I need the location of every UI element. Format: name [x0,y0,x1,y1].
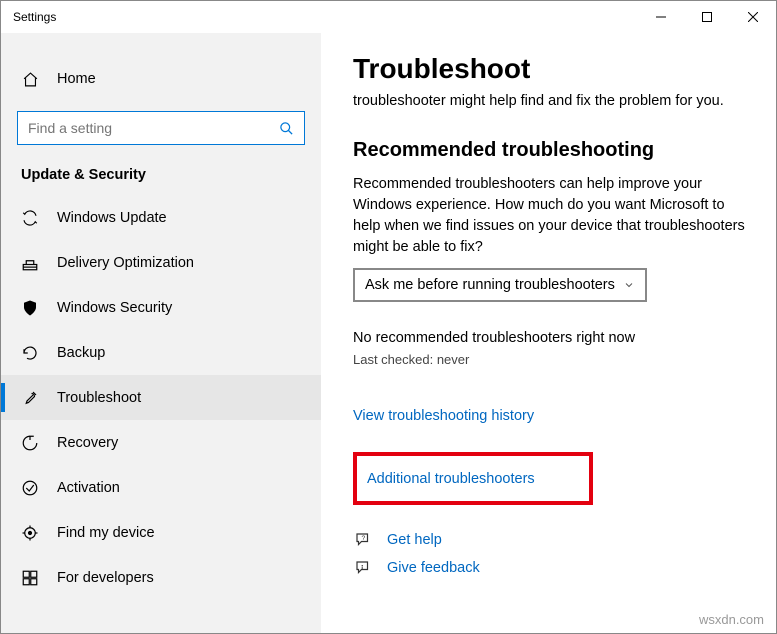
recommended-text: Recommended troubleshooters can help imp… [353,174,752,258]
sidebar-item-find-my-device[interactable]: Find my device [1,510,321,555]
main-panel: Troubleshoot troubleshooter might help f… [321,33,776,633]
sync-icon [21,209,39,227]
intro-text: troubleshooter might help find and fix t… [353,91,752,111]
sidebar-item-troubleshoot[interactable]: Troubleshoot [1,375,321,420]
titlebar: Settings [1,1,776,33]
backup-icon [21,344,39,362]
additional-troubleshooters-link[interactable]: Additional troubleshooters [367,471,535,487]
sidebar-item-delivery-optimization[interactable]: Delivery Optimization [1,240,321,285]
maximize-button[interactable] [684,1,730,33]
home-icon [21,71,39,88]
sidebar: Home Update & Security Windows Update [1,33,321,633]
status-text: No recommended troubleshooters right now [353,330,752,346]
sidebar-item-label: Recovery [57,435,118,451]
search-icon [279,121,294,136]
developer-icon [21,569,39,587]
sidebar-item-activation[interactable]: Activation [1,465,321,510]
last-checked-text: Last checked: never [353,352,752,367]
window-title: Settings [13,10,56,24]
highlight-annotation: Additional troubleshooters [353,452,593,505]
feedback-icon [353,559,373,577]
get-help-link[interactable]: Get help [387,532,442,548]
sidebar-section-heading: Update & Security [1,167,321,195]
sidebar-item-label: Delivery Optimization [57,255,194,271]
sidebar-item-for-developers[interactable]: For developers [1,555,321,600]
page-title: Troubleshoot [353,53,752,85]
give-feedback-row[interactable]: Give feedback [353,559,752,577]
watermark: wsxdn.com [699,612,764,627]
get-help-row[interactable]: ? Get help [353,531,752,549]
shield-icon [21,299,39,317]
sidebar-home-label: Home [57,71,96,87]
view-history-link[interactable]: View troubleshooting history [353,408,534,424]
wrench-icon [21,389,39,407]
sidebar-item-label: Backup [57,345,105,361]
recovery-icon [21,434,39,452]
close-button[interactable] [730,1,776,33]
chevron-down-icon [623,279,635,291]
sidebar-item-label: Find my device [57,525,155,541]
help-icon: ? [353,531,373,549]
sidebar-item-windows-update[interactable]: Windows Update [1,195,321,240]
check-circle-icon [21,479,39,497]
sidebar-item-label: Activation [57,480,120,496]
settings-window: Settings Home [0,0,777,634]
troubleshoot-preference-dropdown[interactable]: Ask me before running troubleshooters [353,268,647,302]
sidebar-item-label: Troubleshoot [57,390,141,406]
location-icon [21,524,39,542]
recommended-heading: Recommended troubleshooting [353,139,752,162]
sidebar-item-label: Windows Security [57,300,172,316]
sidebar-item-windows-security[interactable]: Windows Security [1,285,321,330]
give-feedback-link[interactable]: Give feedback [387,560,480,576]
sidebar-item-label: Windows Update [57,210,167,226]
dropdown-value: Ask me before running troubleshooters [365,277,615,293]
sidebar-item-backup[interactable]: Backup [1,330,321,375]
search-field[interactable] [28,120,254,136]
svg-text:?: ? [362,535,366,542]
delivery-icon [21,254,39,272]
search-input[interactable] [17,111,305,145]
minimize-button[interactable] [638,1,684,33]
sidebar-item-label: For developers [57,570,154,586]
content: Home Update & Security Windows Update [1,33,776,633]
sidebar-item-recovery[interactable]: Recovery [1,420,321,465]
sidebar-home[interactable]: Home [1,57,321,101]
